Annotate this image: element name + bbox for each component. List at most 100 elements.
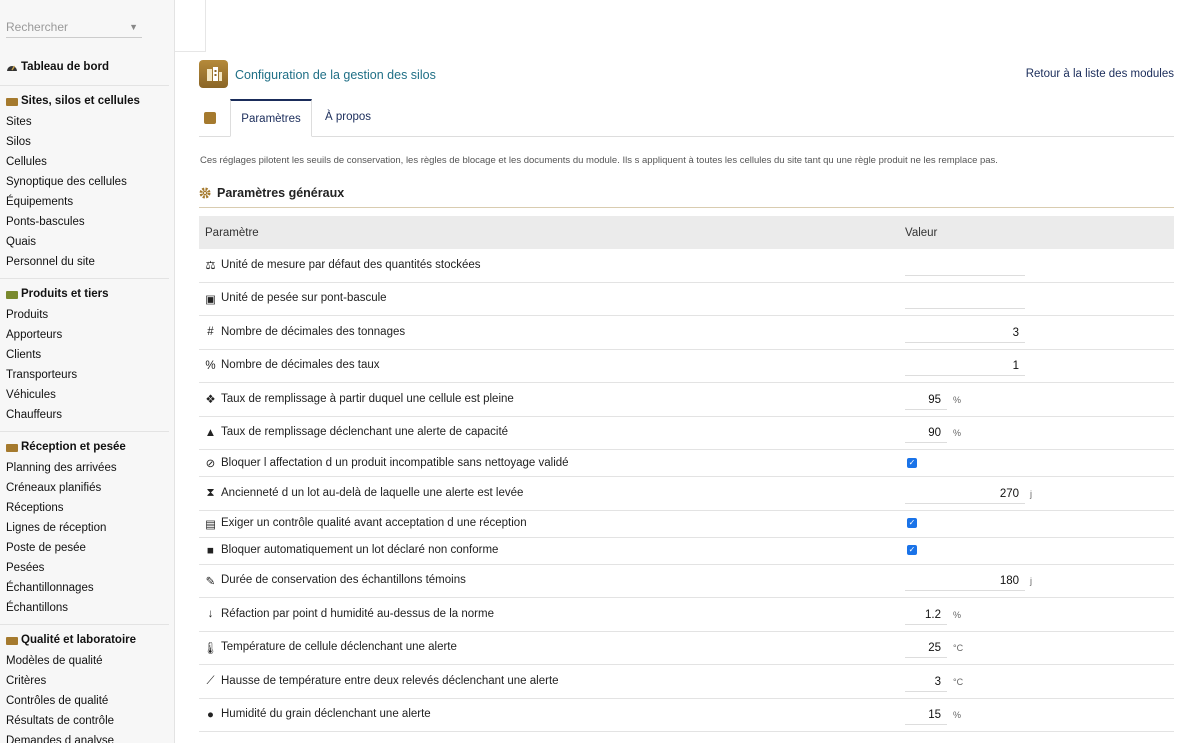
sidebar-item[interactable]: Cellules bbox=[0, 152, 169, 172]
param-value-input[interactable]: 95 bbox=[905, 389, 947, 410]
sidebar-item[interactable]: Transporteurs bbox=[0, 365, 169, 385]
chevron-down-icon[interactable]: ▼ bbox=[129, 18, 138, 36]
sidebar-section-title[interactable]: Sites, silos et cellules bbox=[0, 90, 169, 112]
param-value-input[interactable]: 15 bbox=[905, 705, 947, 726]
sidebar: Rechercher ▼ Tableau de bord Sites, silo… bbox=[0, 0, 175, 743]
param-value-input[interactable] bbox=[905, 289, 1025, 310]
sidebar-item[interactable]: Réceptions bbox=[0, 498, 169, 518]
sidebar-item[interactable]: Ponts-bascules bbox=[0, 212, 169, 232]
sidebar-item[interactable]: Créneaux planifiés bbox=[0, 478, 169, 498]
param-value-input[interactable]: 1.2 bbox=[905, 604, 947, 625]
sidebar-item[interactable]: Lignes de réception bbox=[0, 518, 169, 538]
param-value-input[interactable]: 270 bbox=[905, 483, 1025, 504]
sidebar-section-label: Qualité et laboratoire bbox=[21, 634, 137, 646]
sidebar-item[interactable]: Sites bbox=[0, 112, 169, 132]
param-value-input[interactable]: 1 bbox=[905, 356, 1025, 377]
param-checkbox[interactable]: ✓ bbox=[907, 518, 917, 528]
sidebar-item[interactable]: Critères bbox=[0, 671, 169, 691]
tab-parametres[interactable]: Paramètres bbox=[230, 99, 312, 137]
section-general-settings: Paramètres généraux bbox=[199, 184, 1174, 208]
sidebar-section-title[interactable]: Produits et tiers bbox=[0, 283, 169, 305]
table-row: ⚖ Unité de mesure par défaut des quantité… bbox=[199, 249, 1174, 283]
param-value-input[interactable]: 180 bbox=[905, 571, 1025, 592]
param-label: Ancienneté d un lot au-delà de laquelle … bbox=[221, 486, 524, 499]
param-checkbox[interactable]: ✓ bbox=[907, 457, 917, 468]
sidebar-item-label: Tableau de bord bbox=[21, 61, 109, 73]
sidebar-item[interactable]: Silos bbox=[0, 132, 169, 152]
sidebar-item[interactable]: Personnel du site bbox=[0, 252, 169, 272]
sidebar-item-dashboard[interactable]: Tableau de bord bbox=[0, 56, 169, 78]
param-label: Exiger un contrôle qualité avant accepta… bbox=[221, 517, 527, 529]
sidebar-section-label: Sites, silos et cellules bbox=[21, 95, 140, 107]
sidebar-section-label: Produits et tiers bbox=[21, 288, 109, 300]
sidebar-item[interactable]: Pesées bbox=[0, 558, 169, 578]
sidebar-section: Qualité et laboratoire Modèles de qualité… bbox=[0, 629, 169, 743]
param-value-input[interactable]: 90 bbox=[905, 423, 947, 444]
param-value-input[interactable]: 3 bbox=[905, 671, 947, 692]
sidebar-item[interactable]: Modèles de qualité bbox=[0, 651, 169, 671]
param-label: Durée de conservation des échantillons t… bbox=[221, 574, 466, 587]
chart-line-icon: ⟋ bbox=[206, 674, 215, 687]
param-value-input[interactable] bbox=[905, 255, 1025, 276]
table-row: ■ Bloquer automatiquement un lot déclaré … bbox=[199, 538, 1174, 565]
main-content: Configuration de la gestion des silos Re… bbox=[199, 0, 1174, 743]
sidebar-section: Réception et pesée Planning des arrivées C… bbox=[0, 436, 169, 625]
sidebar-item[interactable]: Produits bbox=[0, 305, 169, 325]
thermometer-icon: 🌡 bbox=[203, 642, 218, 655]
clipboard-check-icon: ▤ bbox=[205, 518, 216, 531]
param-unit: j bbox=[1030, 576, 1032, 587]
param-value-input[interactable]: 3 bbox=[905, 322, 1025, 343]
table-row: ↓ Réfaction par point d humidité au-dessu… bbox=[199, 598, 1174, 632]
sidebar-section-title[interactable]: Réception et pesée bbox=[0, 436, 169, 458]
param-label: Nombre de décimales des tonnages bbox=[221, 325, 406, 338]
param-unit: % bbox=[953, 609, 962, 620]
tab-a-propos[interactable]: À propos bbox=[325, 99, 371, 137]
sidebar-section-title[interactable]: Qualité et laboratoire bbox=[0, 629, 169, 651]
weighing-icon: ▣ bbox=[205, 293, 216, 306]
param-label: Bloquer automatiquement un lot déclaré n… bbox=[221, 544, 499, 556]
sidebar-item[interactable]: Apporteurs bbox=[0, 325, 169, 345]
table-row: ▣ Unité de pesée sur pont-bascule bbox=[199, 283, 1174, 316]
sidebar-item[interactable]: Quais bbox=[0, 232, 169, 252]
sidebar-item[interactable]: Véhicules bbox=[0, 385, 169, 405]
hash-icon: # bbox=[207, 326, 214, 339]
page-title: Configuration de la gestion des silos bbox=[235, 68, 436, 82]
sidebar-item[interactable]: Planning des arrivées bbox=[0, 458, 169, 478]
param-label: Bloquer l affectation d un produit incom… bbox=[221, 456, 569, 469]
back-to-modules-link[interactable]: Retour à la liste des modules bbox=[1026, 68, 1174, 80]
sidebar-item[interactable]: Poste de pesée bbox=[0, 538, 169, 558]
clipboard-icon bbox=[6, 635, 19, 646]
settings-description: Ces réglages pilotent les seuils de cons… bbox=[200, 155, 998, 166]
sidebar-item[interactable]: Synoptique des cellules bbox=[0, 172, 169, 192]
sidebar-item[interactable]: Échantillons bbox=[0, 598, 169, 618]
param-unit: °C bbox=[953, 676, 964, 687]
gauge-icon bbox=[6, 62, 19, 73]
table-row: % Nombre de décimales des taux 1 bbox=[199, 350, 1174, 383]
column-header-value: Valeur bbox=[905, 226, 938, 239]
table-header: Paramètre Valeur bbox=[199, 216, 1174, 249]
sidebar-item[interactable]: Échantillonnages bbox=[0, 578, 169, 598]
sidebar-nav: Tableau de bord Sites, silos et cellules… bbox=[0, 52, 174, 743]
module-tab-icon[interactable] bbox=[204, 112, 216, 124]
gear-icon bbox=[199, 187, 211, 202]
param-checkbox[interactable]: ✓ bbox=[907, 545, 917, 555]
sidebar-item[interactable]: Demandes d analyse bbox=[0, 731, 169, 743]
sidebar-item[interactable]: Clients bbox=[0, 345, 169, 365]
param-label: Taux de remplissage à partir duquel une … bbox=[221, 392, 514, 405]
sidebar-item[interactable]: Résultats de contrôle bbox=[0, 711, 169, 731]
section-title: Paramètres généraux bbox=[217, 186, 345, 200]
sidebar-section-label: Réception et pesée bbox=[21, 441, 126, 453]
scale-icon: ⚖ bbox=[205, 260, 216, 273]
column-header-param: Paramètre bbox=[205, 226, 259, 239]
cubes-icon: ❖ bbox=[205, 394, 216, 407]
param-unit: j bbox=[1030, 488, 1032, 499]
param-value-input[interactable]: 25 bbox=[905, 638, 947, 659]
sidebar-item[interactable]: Contrôles de qualité bbox=[0, 691, 169, 711]
search-input[interactable]: Rechercher ▼ bbox=[6, 18, 142, 38]
param-label: Taux de remplissage déclenchant une aler… bbox=[221, 426, 509, 439]
warehouse-icon bbox=[6, 96, 19, 107]
sidebar-item[interactable]: Équipements bbox=[0, 192, 169, 212]
tab-bar: Paramètres À propos bbox=[199, 99, 1174, 137]
table-row: ▤ Exiger un contrôle qualité avant accept… bbox=[199, 511, 1174, 538]
sidebar-item[interactable]: Chauffeurs bbox=[0, 405, 169, 425]
